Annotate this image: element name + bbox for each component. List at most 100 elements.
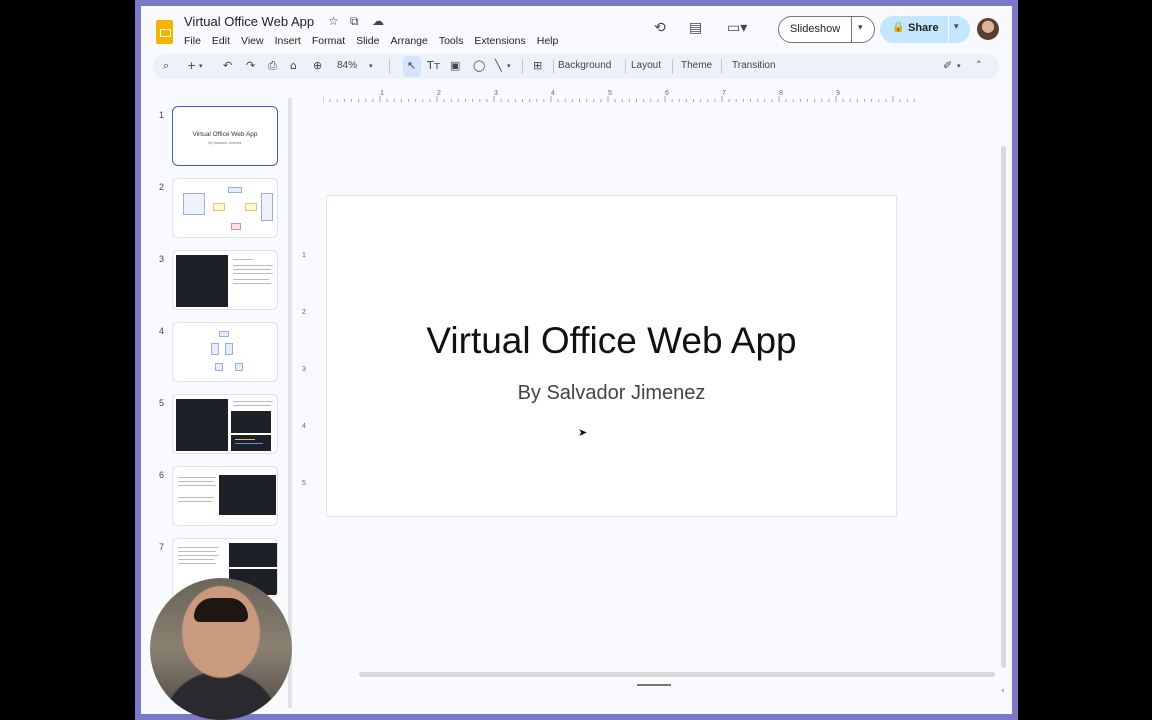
diagram-box [261,193,273,221]
code-block [229,543,277,567]
chevron-down-icon[interactable]: ▾ [507,62,511,70]
diagram-box [213,203,225,211]
code-block [231,411,271,433]
theme-button[interactable]: Theme [681,60,712,71]
chevron-up-icon[interactable]: ˄ [976,59,982,72]
text-line [233,259,253,260]
text-line [178,559,214,560]
text-box-icon[interactable]: Tт [427,59,440,72]
ruler-label: 2 [302,309,306,316]
slide-thumbnail-4[interactable] [172,322,278,382]
thumb-subtitle: By Salvador Jimenez [208,141,242,145]
print-icon[interactable]: ⎙ [268,59,277,73]
menu-view[interactable]: View [241,33,270,49]
filmstrip-scrollbar[interactable] [288,98,292,708]
toolbar-divider [389,59,390,74]
menu-file[interactable]: File [184,33,207,49]
ruler-label: 8 [779,90,783,97]
slide-thumbnail-2[interactable] [172,178,278,238]
text-line [233,283,271,284]
text-line [178,485,216,486]
menu-arrange[interactable]: Arrange [390,33,433,49]
slide-thumbnail-1[interactable]: Virtual Office Web App By Salvador Jimen… [172,106,278,166]
menu-slide[interactable]: Slide [356,33,385,49]
zoom-level[interactable]: 84% [337,60,357,71]
pen-icon[interactable]: ✐ [943,59,952,72]
chevron-left-icon[interactable]: ‹ [1001,686,1005,696]
ruler-label: 5 [302,480,306,487]
slides-logo-icon[interactable] [156,20,173,44]
search-icon[interactable]: ⌕ [163,59,169,73]
text-line [178,551,216,552]
horizontal-scrollbar[interactable] [359,672,995,677]
menu-tools[interactable]: Tools [439,33,470,49]
ruler-ticks [323,96,915,102]
folder-move-icon[interactable]: ⧉ [350,14,359,29]
diagram-box [211,343,219,355]
toolbar-divider [522,59,523,74]
star-icon[interactable]: ☆ [328,14,339,28]
document-title[interactable]: Virtual Office Web App [184,14,314,29]
image-icon[interactable]: ▣ [450,59,460,72]
text-line [178,555,218,556]
video-call-icon[interactable]: ▭▾ [727,20,747,36]
slideshow-divider [851,17,852,42]
menu-help[interactable]: Help [537,33,565,49]
layout-button[interactable]: Layout [631,60,661,71]
text-line [178,563,216,564]
diagram-box [245,203,257,211]
add-comment-icon[interactable]: ⊞ [533,59,542,72]
shape-icon[interactable]: ◯ [473,59,485,72]
slide-number: 4 [159,326,165,336]
share-label: Share [908,22,939,34]
transition-button[interactable]: Transition [732,60,776,71]
chevron-down-icon[interactable]: ▾ [957,62,961,70]
slide-thumbnail-5[interactable] [172,394,278,454]
text-line [233,269,271,270]
avatar[interactable] [977,18,999,40]
cloud-status-icon[interactable]: ☁ [372,14,384,28]
chevron-down-icon[interactable]: ▾ [199,62,203,70]
line-icon[interactable]: ╲ [495,59,502,72]
text-line [178,497,214,498]
menu-insert[interactable]: Insert [275,33,307,49]
share-button[interactable]: 🔒 Share ▾ [880,16,970,43]
comments-icon[interactable]: ▤ [689,20,702,36]
speaker-notes-handle[interactable] [637,684,671,686]
toolbar-divider [625,59,626,74]
menu-format[interactable]: Format [312,33,351,49]
paint-format-icon[interactable]: ⌂ [290,59,297,72]
slide-number: 6 [159,470,165,480]
history-icon[interactable]: ⟲ [654,20,666,36]
menu-edit[interactable]: Edit [212,33,236,49]
code-block [176,255,228,307]
slide-canvas[interactable]: Virtual Office Web App By Salvador Jimen… [326,195,897,517]
slide-thumbnail-6[interactable] [172,466,278,526]
chevron-down-icon[interactable]: ▾ [369,62,373,70]
slide-thumbnail-3[interactable] [172,250,278,310]
new-slide-icon[interactable]: + [187,59,196,72]
slideshow-button[interactable]: Slideshow ▾ [778,16,875,43]
text-line [233,401,273,402]
menu-extensions[interactable]: Extensions [474,33,531,49]
zoom-icon[interactable]: ⊕ [313,59,322,72]
ruler-label: 5 [608,90,612,97]
ruler-label: 1 [380,90,384,97]
text-line [233,273,273,274]
cursor-select-icon: ↖ [407,59,417,72]
slide-subtitle[interactable]: By Salvador Jimenez [327,382,896,405]
ruler-label: 4 [551,90,555,97]
slide-title[interactable]: Virtual Office Web App [327,320,896,362]
redo-icon[interactable]: ↷ [246,59,255,72]
code-line [235,439,255,440]
code-block [219,475,276,515]
chevron-down-icon[interactable]: ▾ [858,23,863,33]
chevron-down-icon[interactable]: ▾ [954,22,959,32]
ruler-label: 9 [836,90,840,97]
slide-number: 5 [159,398,165,408]
background-button[interactable]: Background [558,60,611,71]
slide-number: 7 [159,542,165,552]
vertical-scrollbar[interactable] [1001,146,1006,668]
undo-icon[interactable]: ↶ [223,59,232,72]
text-line [178,477,216,478]
